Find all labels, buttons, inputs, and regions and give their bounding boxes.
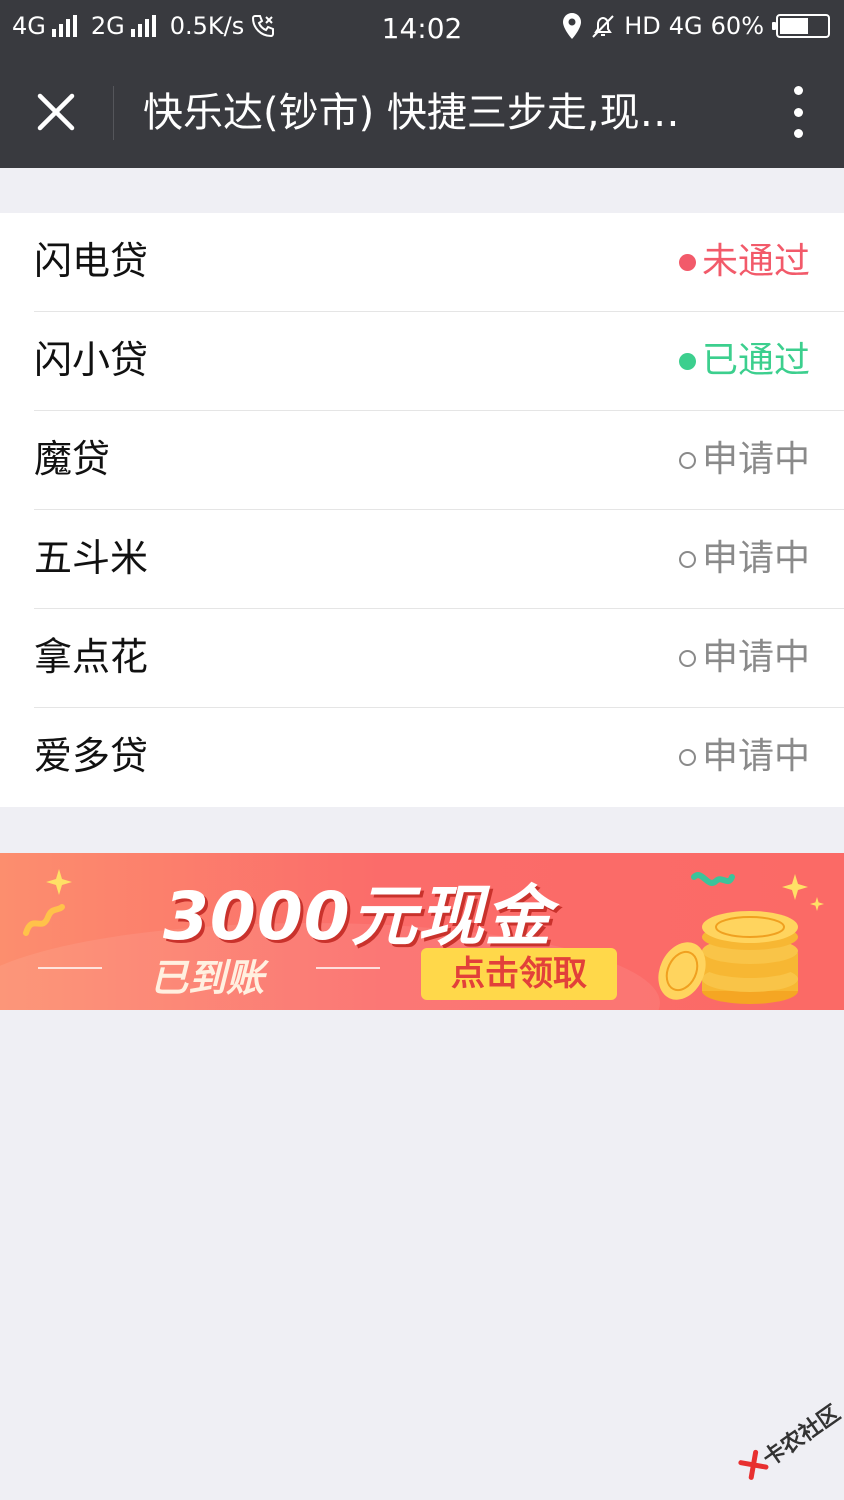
banner-title: 3000元现金 (163, 878, 552, 955)
hd-label: HD (624, 12, 661, 40)
status-dot-icon (678, 352, 696, 370)
network-3-label: 4G (668, 12, 703, 40)
status-badge: 未通过 (678, 237, 810, 287)
nav-bar: 快乐达(钞市) 快捷三步走,现… (0, 56, 844, 168)
loan-name: 五斗米 (34, 536, 149, 580)
battery-icon (772, 14, 830, 38)
status-dot-icon (678, 748, 696, 766)
coins-icon (658, 911, 798, 1004)
status-dot-icon (678, 253, 696, 271)
status-badge: 申请中 (678, 435, 810, 485)
more-button[interactable] (788, 86, 808, 138)
sparkle-icon (810, 897, 824, 911)
loan-name: 魔贷 (34, 437, 111, 481)
status-left: 4G 2G 0.5K/s (12, 12, 276, 40)
status-badge: 已通过 (678, 336, 810, 386)
close-icon (37, 93, 75, 131)
ribbon-icon (23, 904, 65, 936)
status-dot-icon (678, 550, 696, 568)
banner-subtitle: 已到账 (150, 956, 265, 1000)
promo-banner[interactable]: 3000元现金 已到账 点击领取 (0, 853, 844, 1010)
net-speed: 0.5K/s (169, 12, 245, 40)
loan-list: 闪电贷 未通过 闪小贷 已通过 魔贷 申请中 五斗米 申请中 拿点花 申请中 爱… (0, 213, 844, 807)
banner-divider (38, 967, 102, 969)
list-item[interactable]: 闪小贷 已通过 (34, 312, 844, 411)
list-item[interactable]: 闪电贷 未通过 (34, 213, 844, 312)
status-dot-icon (678, 649, 696, 667)
status-badge: 申请中 (678, 633, 810, 683)
claim-button[interactable]: 点击领取 (421, 948, 617, 1000)
signal-icon (51, 15, 77, 37)
call-icon (252, 15, 275, 38)
page-title: 快乐达(钞市) 快捷三步走,现… (143, 90, 680, 136)
close-button[interactable] (30, 86, 82, 138)
status-dot-icon (678, 451, 696, 469)
list-item[interactable]: 拿点花 申请中 (34, 609, 844, 708)
status-badge: 申请中 (678, 732, 810, 782)
loan-name: 拿点花 (34, 635, 149, 679)
list-item[interactable]: 爱多贷 申请中 (34, 708, 844, 807)
list-item[interactable]: 五斗米 申请中 (34, 510, 844, 609)
sparkle-icon (46, 869, 72, 895)
status-badge: 申请中 (678, 534, 810, 584)
nav-divider (113, 86, 114, 140)
network-1-label: 4G (12, 12, 46, 40)
mute-bell-icon (592, 15, 614, 38)
battery-percent: 60% (710, 12, 764, 40)
loan-name: 闪电贷 (34, 239, 149, 283)
watermark-logo: 卡农社区 (724, 1387, 844, 1500)
status-bar: 4G 2G 0.5K/s 14:02 HD 4G 60% (0, 0, 844, 56)
watermark-text: 卡农社区 (758, 1400, 844, 1472)
signal-icon (130, 15, 156, 37)
loan-name: 爱多贷 (34, 734, 149, 778)
location-icon (563, 13, 582, 39)
network-2-label: 2G (90, 12, 125, 40)
list-item[interactable]: 魔贷 申请中 (34, 411, 844, 510)
status-right: HD 4G 60% (562, 12, 830, 40)
more-vertical-icon (793, 86, 803, 95)
banner-divider (316, 967, 380, 969)
loan-name: 闪小贷 (34, 338, 149, 382)
